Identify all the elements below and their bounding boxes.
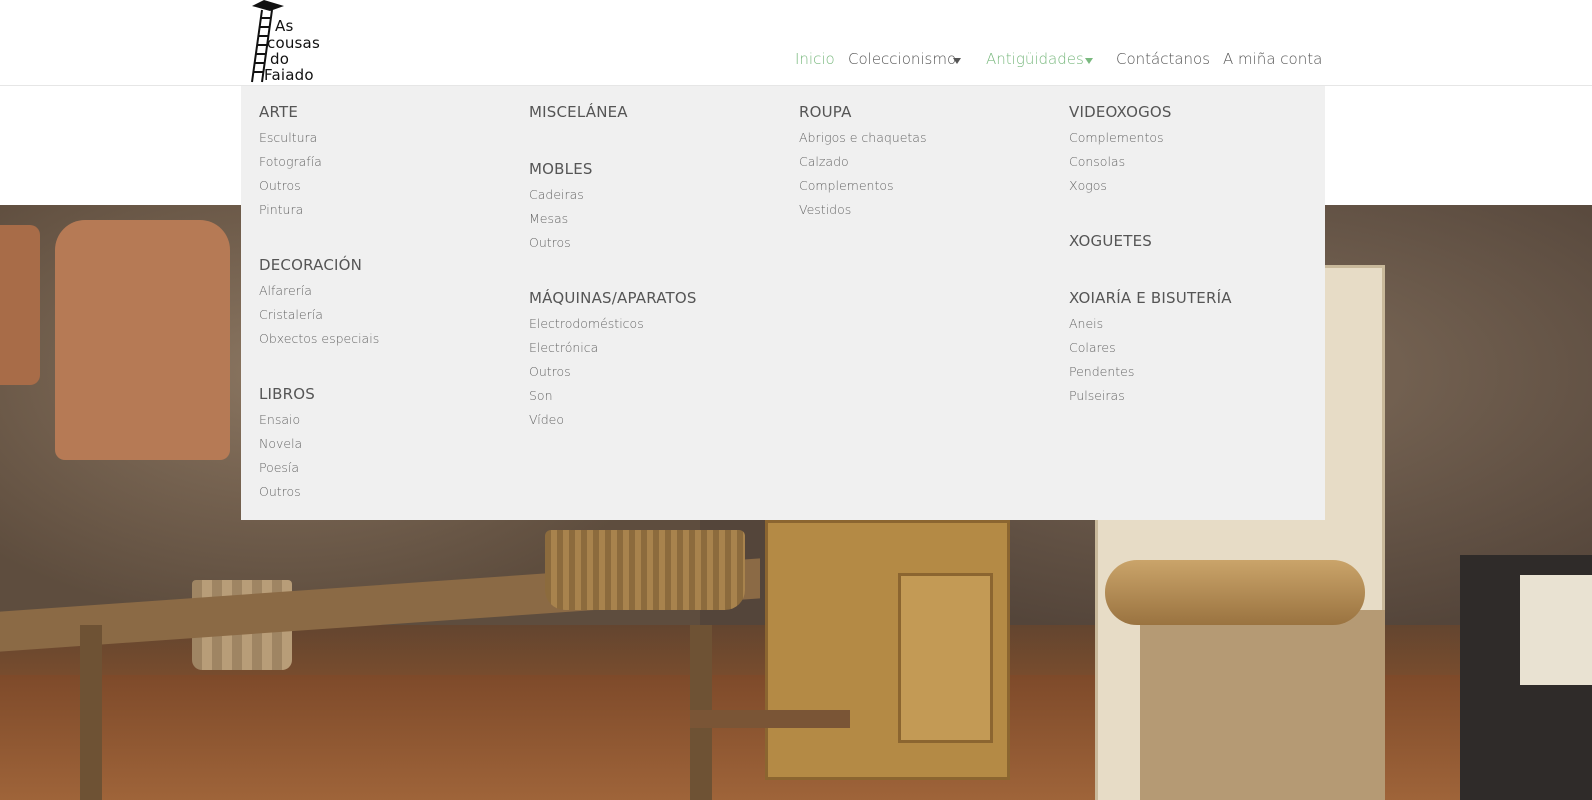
category-roupa[interactable]: ROUPA <box>799 103 852 121</box>
chevron-down-icon <box>1085 58 1093 64</box>
menu-item[interactable]: Cristalería <box>259 307 323 322</box>
menu-item[interactable]: Mesas <box>529 211 568 226</box>
menu-item[interactable]: Poesía <box>259 460 299 475</box>
nav-antiguidades[interactable]: Antigüidades <box>986 50 1084 68</box>
menu-item[interactable]: Calzado <box>799 154 849 169</box>
menu-item[interactable]: Outros <box>259 178 301 193</box>
logo-text-line: Faiado <box>264 66 314 84</box>
chevron-down-icon <box>953 58 961 64</box>
menu-item[interactable]: Complementos <box>1069 130 1164 145</box>
site-header: As cousas do Faiado Inicio Coleccionismo… <box>0 0 1592 86</box>
category-xoguetes[interactable]: XOGUETES <box>1069 232 1152 250</box>
menu-item[interactable]: Abrigos e chaquetas <box>799 130 926 145</box>
menu-item[interactable]: Escultura <box>259 130 317 145</box>
menu-item[interactable]: Pulseiras <box>1069 388 1125 403</box>
site-logo[interactable]: As cousas do Faiado <box>250 0 335 84</box>
menu-item[interactable]: Consolas <box>1069 154 1125 169</box>
nav-contactanos[interactable]: Contáctanos <box>1116 50 1210 68</box>
nav-inicio[interactable]: Inicio <box>795 50 835 68</box>
menu-item[interactable]: Novela <box>259 436 302 451</box>
category-maquinas-aparatos[interactable]: MÁQUINAS/APARATOS <box>529 289 697 307</box>
menu-item[interactable]: Pintura <box>259 202 303 217</box>
category-xoiaria-bisuteria[interactable]: XOIARÍA E BISUTERÍA <box>1069 289 1232 307</box>
mega-menu: ARTE Escultura Fotografía Outros Pintura… <box>241 86 1325 520</box>
category-decoracion[interactable]: DECORACIÓN <box>259 256 362 274</box>
category-libros[interactable]: LIBROS <box>259 385 315 403</box>
menu-item[interactable]: Fotografía <box>259 154 322 169</box>
menu-item[interactable]: Colares <box>1069 340 1116 355</box>
menu-item[interactable]: Xogos <box>1069 178 1107 193</box>
category-arte[interactable]: ARTE <box>259 103 298 121</box>
menu-item[interactable]: Electrónica <box>529 340 598 355</box>
menu-item[interactable]: Aneis <box>1069 316 1103 331</box>
nav-a-mina-conta[interactable]: A miña conta <box>1223 50 1322 68</box>
logo-text-line: As <box>275 17 294 35</box>
logo-text-line: cousas <box>267 34 320 52</box>
menu-item[interactable]: Ensaio <box>259 412 300 427</box>
menu-item[interactable]: Pendentes <box>1069 364 1134 379</box>
nav-coleccionismo[interactable]: Coleccionismo <box>848 50 956 68</box>
menu-item[interactable]: Outros <box>529 235 571 250</box>
menu-item[interactable]: Complementos <box>799 178 894 193</box>
menu-item[interactable]: Vídeo <box>529 412 564 427</box>
logo-text-line: do <box>270 50 290 68</box>
menu-item[interactable]: Alfarería <box>259 283 312 298</box>
menu-item[interactable]: Electrodomésticos <box>529 316 644 331</box>
menu-item[interactable]: Outros <box>259 484 301 499</box>
category-mobles[interactable]: MOBLES <box>529 160 593 178</box>
menu-item[interactable]: Cadeiras <box>529 187 584 202</box>
menu-item[interactable]: Son <box>529 388 553 403</box>
category-miscelanea[interactable]: MISCELÁNEA <box>529 103 628 121</box>
category-videoxogos[interactable]: VIDEOXOGOS <box>1069 103 1172 121</box>
menu-item[interactable]: Obxectos especiais <box>259 331 379 346</box>
menu-item[interactable]: Outros <box>529 364 571 379</box>
menu-item[interactable]: Vestidos <box>799 202 851 217</box>
